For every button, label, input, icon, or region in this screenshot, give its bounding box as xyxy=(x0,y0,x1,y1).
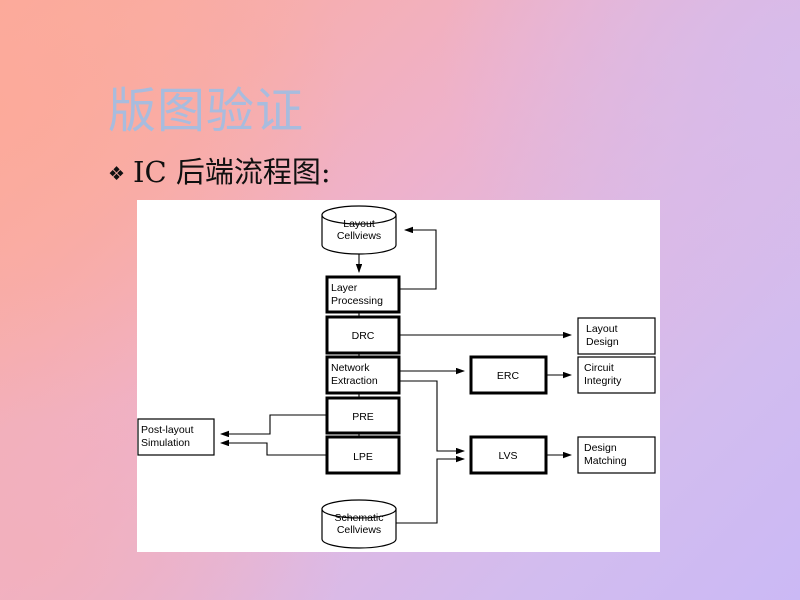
ic-backend-flow-diagram: Layout Cellviews Layer Processing DRC Ne… xyxy=(137,200,660,552)
node-network-extraction[interactable]: Network Extraction xyxy=(325,355,401,395)
node-label-line2: Integrity xyxy=(584,375,622,387)
node-lvs[interactable]: LVS xyxy=(469,435,548,475)
page-title: 版图验证 xyxy=(108,83,305,139)
node-design-matching[interactable]: Design Matching xyxy=(577,436,656,474)
node-label-line1: PRE xyxy=(352,411,374,423)
slide-canvas: 版图验证 ❖ IC 后端流程图: Layout Cellviews Layer … xyxy=(0,0,800,600)
node-post-layout-simulation[interactable]: Post-layout Simulation xyxy=(137,418,215,456)
node-label-line1: LVS xyxy=(498,450,517,462)
node-label-line1: Design xyxy=(584,442,617,454)
node-label-line2: Cellviews xyxy=(337,230,381,242)
node-label-line2: Cellviews xyxy=(337,524,381,536)
bullet-text: IC 后端流程图: xyxy=(133,155,331,189)
edge-networkextraction-to-lvs xyxy=(399,380,465,455)
node-layout-cellviews[interactable]: Layout Cellviews xyxy=(321,205,397,255)
diamond-bullet-icon: ❖ xyxy=(108,163,126,185)
node-circuit-integrity[interactable]: Circuit Integrity xyxy=(577,356,656,394)
node-drc[interactable]: DRC xyxy=(325,315,401,355)
node-layout-design[interactable]: Layout Design xyxy=(577,317,656,355)
node-label-line1: Circuit xyxy=(584,362,614,374)
node-label-line1: Schematic xyxy=(334,512,383,524)
flow-diagram-svg: Layout Cellviews Layer Processing DRC Ne… xyxy=(137,205,656,549)
node-label-line2: Processing xyxy=(331,295,383,307)
node-label-line1: Network xyxy=(331,362,370,374)
node-label-line1: Layout xyxy=(343,218,375,230)
node-erc[interactable]: ERC xyxy=(469,355,548,395)
edge-schematiccellviews-to-lvs xyxy=(396,455,465,524)
bullet-row: ❖ IC 后端流程图: xyxy=(108,158,331,187)
edge-lpe-to-postlayoutsim xyxy=(220,439,327,456)
edge-layerprocessing-feedback-to-layoutcellviews xyxy=(399,226,437,290)
node-label-line2: Extraction xyxy=(331,375,378,387)
node-label-line1: Layer xyxy=(331,282,358,294)
node-label-line1: DRC xyxy=(352,330,375,342)
node-pre[interactable]: PRE xyxy=(325,396,401,435)
node-schematic-cellviews[interactable]: Schematic Cellviews xyxy=(321,499,397,549)
node-label-line2: Simulation xyxy=(141,437,190,449)
node-layer-processing[interactable]: Layer Processing xyxy=(325,275,401,314)
node-lpe[interactable]: LPE xyxy=(325,435,401,475)
node-label-line1: Post-layout xyxy=(141,424,194,436)
node-label-line1: ERC xyxy=(497,370,520,382)
node-label-line1: LPE xyxy=(353,451,373,463)
node-label-line2: Design xyxy=(586,336,619,348)
node-label-line2: Matching xyxy=(584,455,627,467)
edge-pre-to-postlayoutsim xyxy=(220,414,327,438)
node-label-line1: Layout xyxy=(586,323,618,335)
